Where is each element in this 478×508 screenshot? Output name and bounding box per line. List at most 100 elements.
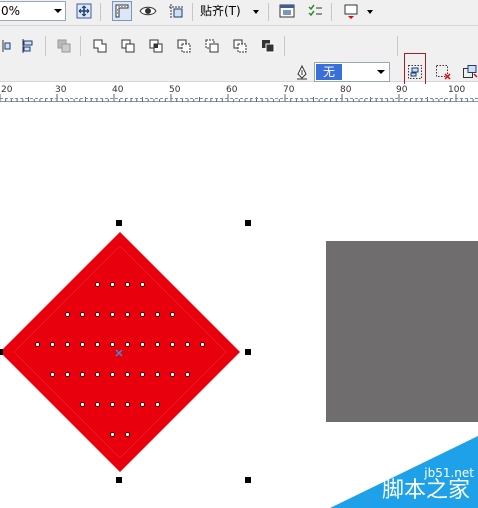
standard-toolbar: 0% 贴齐(T) <box>0 0 478 26</box>
checker-shadow <box>217 376 221 390</box>
checker-square <box>97 329 113 345</box>
node-marker <box>65 342 70 347</box>
checker-square <box>112 389 128 405</box>
toolbar-separator <box>100 3 101 21</box>
checker-square <box>172 314 188 330</box>
selection-handle <box>116 477 122 483</box>
combine-button[interactable] <box>54 36 74 56</box>
front-minus-back-icon <box>205 39 219 53</box>
node-marker <box>95 402 100 407</box>
rulers-toggle-button[interactable] <box>112 1 132 21</box>
drawing-canvas[interactable]: jb51.net 脚本之家 <box>0 103 478 508</box>
checker-square <box>127 299 143 315</box>
ruler-guide-line <box>0 98 478 99</box>
combine-icon <box>57 39 71 53</box>
checker-square <box>127 419 143 435</box>
zoom-level-select[interactable]: 0% <box>0 1 66 21</box>
checker-square <box>112 434 128 450</box>
checker-square <box>172 329 188 345</box>
checker-square <box>112 359 128 375</box>
checker-square <box>37 359 53 375</box>
checker-square <box>157 314 173 330</box>
checker-square <box>97 419 113 435</box>
checker-shadow <box>172 421 176 435</box>
chevron-down-icon <box>54 9 62 13</box>
window-icon <box>279 4 295 18</box>
canvas-drawing <box>0 220 478 508</box>
checker-square <box>97 374 113 390</box>
checker-square <box>142 359 158 375</box>
selection-handle <box>245 477 251 483</box>
back-minus-front-icon <box>233 39 247 53</box>
checker-square <box>52 314 68 330</box>
ungroup-icon <box>436 65 451 80</box>
ungroup-button[interactable] <box>433 62 453 82</box>
checker-square <box>97 314 113 330</box>
checker-square <box>187 329 203 345</box>
gray-rectangle[interactable] <box>326 241 478 422</box>
checker-shadow <box>202 301 206 315</box>
horizontal-ruler[interactable]: 20 30 40 50 60 70 80 90 100 <box>0 84 478 102</box>
checker-square <box>52 374 68 390</box>
toolbar-separator <box>284 36 285 56</box>
checker-square <box>157 374 173 390</box>
checker-square <box>112 404 128 420</box>
node-marker <box>140 402 145 407</box>
outline-width-select[interactable]: 无 <box>314 62 390 82</box>
node-marker <box>155 312 160 317</box>
weld-button[interactable] <box>90 36 110 56</box>
checker-square <box>97 284 113 300</box>
checkered-diamond[interactable] <box>0 225 251 481</box>
checker-square <box>67 389 83 405</box>
checker-shadow <box>187 406 191 420</box>
checker-square <box>127 404 143 420</box>
intersect-button[interactable] <box>146 36 166 56</box>
align-icon <box>2 40 11 52</box>
outline-pen-icon <box>292 62 312 82</box>
checker-square <box>127 359 143 375</box>
checker-shadow <box>128 466 131 480</box>
simplify-button[interactable] <box>174 36 194 56</box>
toolbar-separator <box>268 3 269 21</box>
group-objects-button[interactable] <box>405 62 425 82</box>
checker-square <box>157 344 173 360</box>
guidelines-toggle-button[interactable] <box>166 1 186 21</box>
welcome-screen-button[interactable] <box>277 1 297 21</box>
node-marker <box>80 372 85 377</box>
ruler-icon <box>115 4 129 18</box>
distribute-button[interactable] <box>18 36 38 56</box>
ruler-label: 100 <box>448 85 466 95</box>
application-launcher-button[interactable] <box>341 1 361 21</box>
trim-button[interactable] <box>118 36 138 56</box>
create-boundary-button[interactable] <box>258 36 278 56</box>
back-minus-front-button[interactable] <box>230 36 250 56</box>
node-marker <box>110 402 115 407</box>
front-minus-back-button[interactable] <box>202 36 222 56</box>
grid-toggle-button[interactable] <box>138 1 158 21</box>
snap-to-menu[interactable]: 贴齐(T) <box>200 3 241 19</box>
zoom-fit-icon <box>76 3 92 19</box>
boundary-icon <box>262 40 275 53</box>
checker-square <box>112 254 128 270</box>
checker-square <box>112 284 128 300</box>
node-marker <box>200 342 205 347</box>
checker-square <box>67 314 83 330</box>
checker-shadow <box>233 331 236 345</box>
eye-icon <box>139 6 157 16</box>
ruler-label: 60 <box>226 85 238 95</box>
checker-square <box>97 269 113 285</box>
checker-square <box>67 374 83 390</box>
node-marker <box>185 372 190 377</box>
options-button[interactable] <box>305 1 325 21</box>
zoom-level-value: 0% <box>1 4 21 18</box>
checker-pattern <box>14 246 236 480</box>
checker-square <box>142 284 158 300</box>
toolbar-separator <box>192 3 193 21</box>
zoom-fit-button[interactable] <box>74 1 94 21</box>
checker-square <box>82 329 98 345</box>
ungroup-all-button[interactable] <box>460 62 478 82</box>
node-marker <box>170 312 175 317</box>
align-button[interactable] <box>0 36 12 56</box>
node-marker <box>110 282 115 287</box>
checker-shadow <box>217 316 221 330</box>
